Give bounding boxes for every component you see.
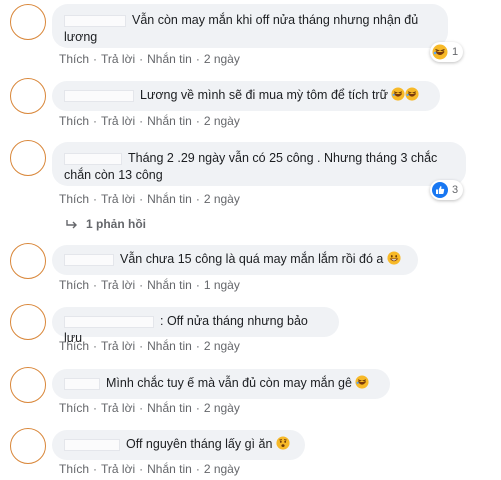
like-link[interactable]: Thích xyxy=(59,401,89,415)
comment-text: Off nguyên tháng lấy gì ăn xyxy=(126,437,273,451)
comment-bubble: Off nguyên tháng lấy gì ăn xyxy=(52,430,305,460)
comment-actions: Thích · Trả lời · Nhắn tin · 2 ngày xyxy=(59,114,240,128)
comment-actions: Thích · Trả lời · Nhắn tin · 1 ngày xyxy=(59,278,240,292)
comment-actions: Thích · Trả lời · Nhắn tin · 2 ngày xyxy=(59,401,240,415)
laugh-emoji-icon xyxy=(432,44,448,60)
reply-link[interactable]: Trả lời xyxy=(101,401,135,415)
reply-link[interactable]: Trả lời xyxy=(101,114,135,128)
comment-actions: Thích · Trả lời · Nhắn tin · 2 ngày xyxy=(59,52,240,66)
reply-link[interactable]: Trả lời xyxy=(101,462,135,476)
comment-text: Mình chắc tuy ế mà vẫn đủ còn may mắn gê xyxy=(106,376,352,390)
message-link[interactable]: Nhắn tin xyxy=(147,192,192,206)
message-link[interactable]: Nhắn tin xyxy=(147,278,192,292)
like-link[interactable]: Thích xyxy=(59,339,89,353)
message-link[interactable]: Nhắn tin xyxy=(147,462,192,476)
comment-actions: Thích · Trả lời · Nhắn tin · 2 ngày xyxy=(59,192,240,206)
timestamp[interactable]: 2 ngày xyxy=(204,339,240,353)
comment-bubble: Vẫn chưa 15 công là quá may mắn lắm rồi … xyxy=(52,245,418,275)
message-link[interactable]: Nhắn tin xyxy=(147,339,192,353)
comment-bubble: Tháng 2 .29 ngày vẫn có 25 công . Nhưng … xyxy=(52,142,466,186)
like-icon xyxy=(432,182,448,198)
message-link[interactable]: Nhắn tin xyxy=(147,401,192,415)
reaction-count: 3 xyxy=(452,184,459,196)
author-name[interactable] xyxy=(64,152,122,165)
grin-emoji-icon xyxy=(387,251,401,265)
comment-bubble: Vẫn còn may mắn khi off nửa tháng nhưng … xyxy=(52,4,448,48)
reply-arrow-icon xyxy=(66,220,77,229)
timestamp[interactable]: 2 ngày xyxy=(204,192,240,206)
author-name[interactable] xyxy=(64,253,114,266)
sad-emoji-icon xyxy=(276,436,290,450)
avatar[interactable] xyxy=(10,4,46,40)
laugh-emoji-icon xyxy=(405,87,419,101)
message-link[interactable]: Nhắn tin xyxy=(147,114,192,128)
avatar[interactable] xyxy=(10,140,46,176)
reaction-badge[interactable]: 1 xyxy=(430,42,464,62)
reaction-badge[interactable]: 3 xyxy=(430,180,464,200)
author-name[interactable] xyxy=(64,438,120,451)
avatar[interactable] xyxy=(10,78,46,114)
comment-actions: Thích · Trả lời · Nhắn tin · 2 ngày xyxy=(59,462,240,476)
reply-link[interactable]: Trả lời xyxy=(101,52,135,66)
reply-link[interactable]: Trả lời xyxy=(101,278,135,292)
avatar[interactable] xyxy=(10,428,46,464)
reply-link[interactable]: Trả lời xyxy=(101,192,135,206)
timestamp[interactable]: 2 ngày xyxy=(204,401,240,415)
comment-text: Lương về mình sẽ đi mua mỳ tôm để tích t… xyxy=(140,88,388,102)
timestamp[interactable]: 2 ngày xyxy=(204,114,240,128)
timestamp[interactable]: 2 ngày xyxy=(204,52,240,66)
like-link[interactable]: Thích xyxy=(59,192,89,206)
avatar[interactable] xyxy=(10,243,46,279)
replies-count: 1 phản hồi xyxy=(86,217,146,231)
reaction-count: 1 xyxy=(452,46,459,58)
comment-text: Vẫn chưa 15 công là quá may mắn lắm rồi … xyxy=(120,252,384,266)
reply-link[interactable]: Trả lời xyxy=(101,339,135,353)
avatar[interactable] xyxy=(10,304,46,340)
like-link[interactable]: Thích xyxy=(59,278,89,292)
author-name[interactable] xyxy=(64,89,134,102)
message-link[interactable]: Nhắn tin xyxy=(147,52,192,66)
author-name[interactable] xyxy=(64,14,126,27)
comment-bubble: : Off nửa tháng nhưng bảo lưu xyxy=(52,307,339,345)
laugh-emoji-icon xyxy=(391,87,405,101)
laugh-emoji-icon xyxy=(355,375,370,389)
timestamp[interactable]: 1 ngày xyxy=(204,278,240,292)
comment-bubble: Mình chắc tuy ế mà vẫn đủ còn may mắn gê xyxy=(52,369,390,399)
like-link[interactable]: Thích xyxy=(59,462,89,476)
avatar[interactable] xyxy=(10,367,46,403)
like-link[interactable]: Thích xyxy=(59,114,89,128)
like-link[interactable]: Thích xyxy=(59,52,89,66)
comment-actions: Thích · Trả lời · Nhắn tin · 2 ngày xyxy=(59,339,240,353)
author-name[interactable] xyxy=(64,377,100,390)
timestamp[interactable]: 2 ngày xyxy=(204,462,240,476)
author-name[interactable] xyxy=(64,315,154,328)
view-replies-link[interactable]: 1 phản hồi xyxy=(66,217,146,231)
comment-bubble: Lương về mình sẽ đi mua mỳ tôm để tích t… xyxy=(52,81,440,111)
